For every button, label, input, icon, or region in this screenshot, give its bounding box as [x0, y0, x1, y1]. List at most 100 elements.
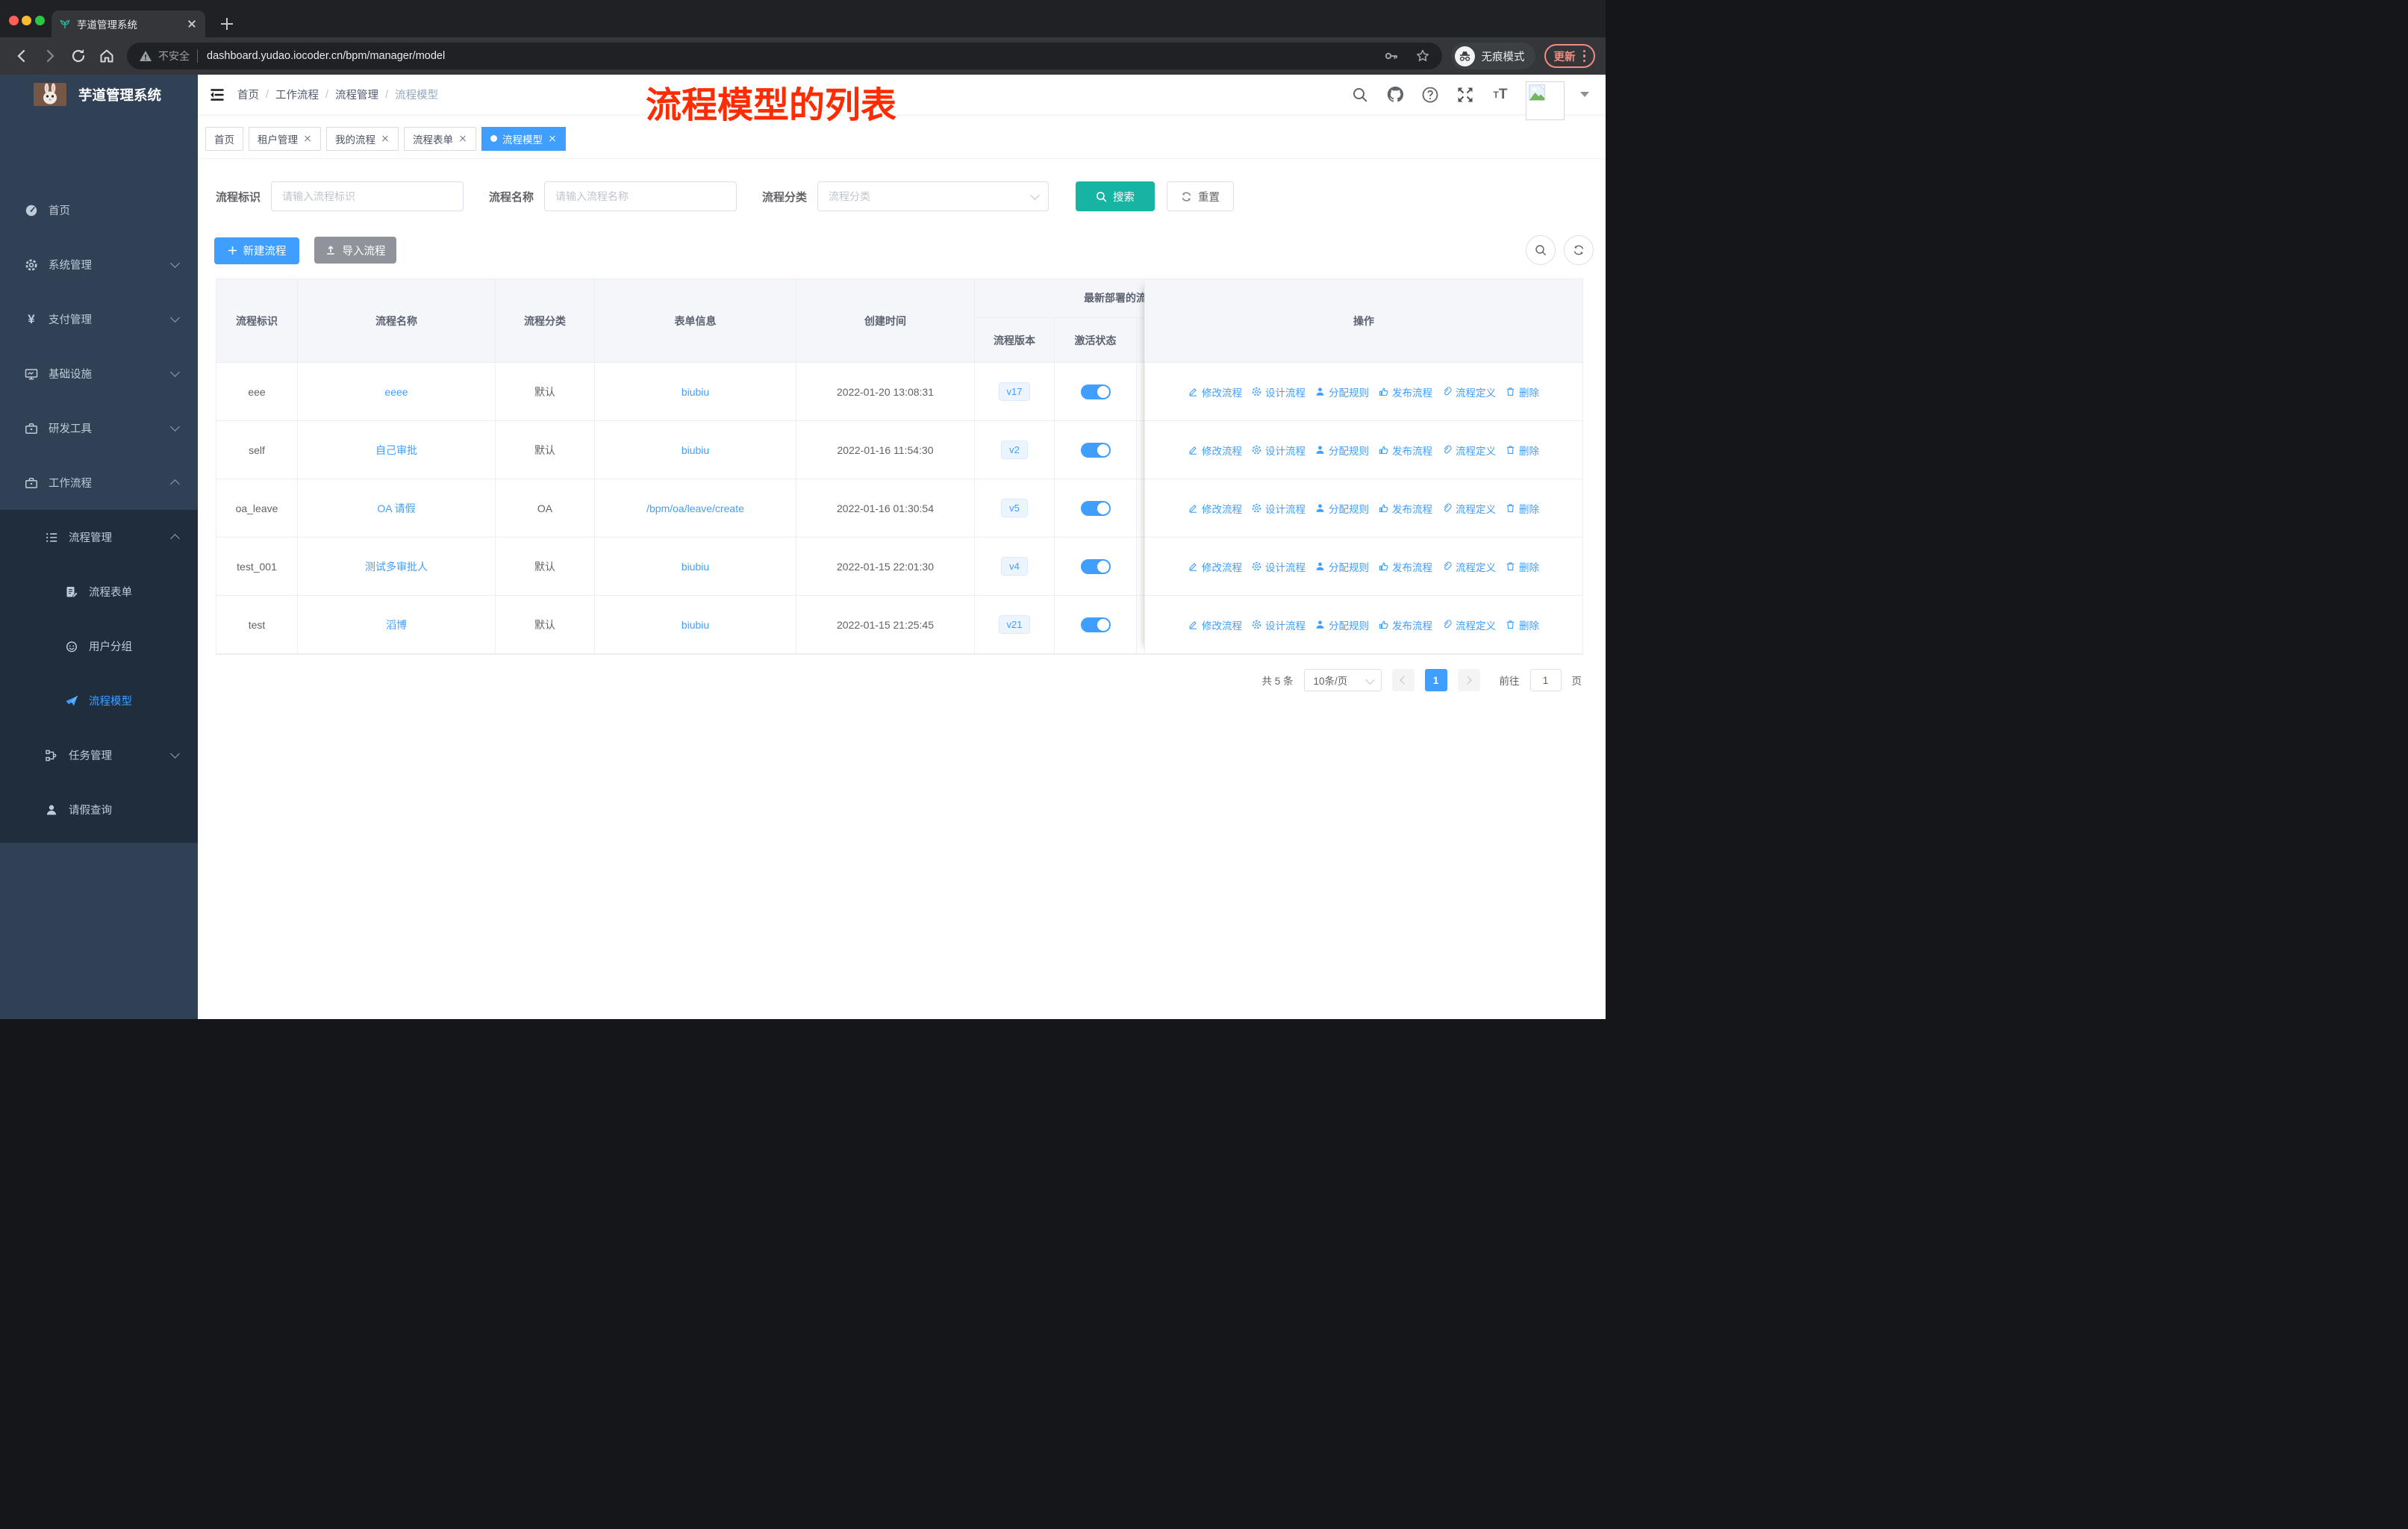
- url-text[interactable]: dashboard.yudao.iocoder.cn/bpm/manager/m…: [207, 50, 445, 62]
- goto-page-input[interactable]: [1529, 669, 1562, 691]
- action-process-definition-link[interactable]: 流程定义: [1442, 617, 1496, 632]
- fullscreen-icon[interactable]: [1456, 85, 1475, 105]
- action-delete-link[interactable]: 删除: [1506, 384, 1539, 399]
- action-edit-process-link[interactable]: 修改流程: [1188, 443, 1242, 458]
- action-delete-link[interactable]: 删除: [1506, 443, 1539, 458]
- reset-button[interactable]: 重置: [1167, 181, 1235, 211]
- active-status-toggle[interactable]: [1080, 442, 1111, 458]
- sidebar-item-payment[interactable]: ¥ 支付管理: [0, 292, 198, 346]
- action-edit-process-link[interactable]: 修改流程: [1188, 501, 1242, 516]
- tag-home[interactable]: 首页: [205, 126, 243, 151]
- search-button[interactable]: 搜索: [1076, 181, 1155, 211]
- tag-process-model[interactable]: 流程模型: [481, 126, 566, 151]
- action-design-process-link[interactable]: 设计流程: [1252, 559, 1306, 574]
- action-delete-link[interactable]: 删除: [1506, 617, 1539, 632]
- tag-my-process[interactable]: 我的流程: [326, 126, 399, 151]
- import-process-button[interactable]: 导入流程: [314, 237, 397, 264]
- filter-name-input[interactable]: [544, 181, 737, 211]
- close-icon[interactable]: [458, 134, 467, 143]
- browser-tab[interactable]: 芋道管理系统: [52, 10, 205, 37]
- action-design-process-link[interactable]: 设计流程: [1252, 443, 1306, 458]
- address-bar[interactable]: 不安全 dashboard.yudao.iocoder.cn/bpm/manag…: [127, 43, 1442, 69]
- font-size-icon[interactable]: TT: [1491, 85, 1510, 105]
- tag-process-form[interactable]: 流程表单: [404, 126, 476, 151]
- action-assign-rule-link[interactable]: 分配规则: [1315, 443, 1369, 458]
- forward-icon[interactable]: [40, 46, 60, 66]
- avatar-caret-icon[interactable]: [1580, 92, 1589, 97]
- action-assign-rule-link[interactable]: 分配规则: [1315, 501, 1369, 516]
- sidebar-item-workflow[interactable]: 工作流程: [0, 455, 198, 510]
- close-icon[interactable]: [303, 134, 312, 143]
- breadcrumb-home[interactable]: 首页: [237, 87, 259, 102]
- sidebar-item-dev-tools[interactable]: 研发工具: [0, 401, 198, 455]
- filter-key-input[interactable]: [271, 181, 464, 211]
- action-assign-rule-link[interactable]: 分配规则: [1315, 617, 1369, 632]
- search-icon[interactable]: [1350, 85, 1370, 105]
- security-label[interactable]: 不安全: [158, 49, 190, 63]
- sidebar-item-system[interactable]: 系统管理: [0, 237, 198, 292]
- action-publish-process-link[interactable]: 发布流程: [1379, 617, 1432, 632]
- close-icon[interactable]: [548, 134, 557, 143]
- back-icon[interactable]: [12, 46, 31, 66]
- action-delete-link[interactable]: 删除: [1506, 501, 1539, 516]
- sidebar-item-infrastructure[interactable]: 基础设施: [0, 346, 198, 401]
- sidebar-item-process-form[interactable]: 流程表单: [0, 564, 198, 619]
- process-name-link[interactable]: eeee: [384, 386, 408, 398]
- action-edit-process-link[interactable]: 修改流程: [1188, 384, 1242, 399]
- breadcrumb-process-management[interactable]: 流程管理: [335, 87, 378, 102]
- close-icon[interactable]: [381, 134, 390, 143]
- sidebar-logo[interactable]: 芋道管理系统: [0, 75, 198, 113]
- show-search-button[interactable]: [1526, 235, 1556, 265]
- form-info-link[interactable]: biubiu: [681, 619, 709, 631]
- action-process-definition-link[interactable]: 流程定义: [1442, 559, 1496, 574]
- browser-update-button[interactable]: 更新: [1544, 44, 1595, 68]
- tag-tenant[interactable]: 租户管理: [249, 126, 321, 151]
- active-status-toggle[interactable]: [1080, 384, 1111, 399]
- sidebar-item-leave-query[interactable]: 请假查询: [0, 782, 198, 837]
- password-key-icon[interactable]: [1384, 49, 1399, 63]
- process-name-link[interactable]: OA 请假: [377, 501, 415, 516]
- next-page-button[interactable]: [1457, 669, 1480, 691]
- filter-category-select[interactable]: [817, 181, 1049, 211]
- action-design-process-link[interactable]: 设计流程: [1252, 617, 1306, 632]
- window-zoom-button[interactable]: [35, 16, 45, 25]
- tab-close-icon[interactable]: [186, 18, 198, 30]
- form-info-link[interactable]: biubiu: [681, 444, 709, 456]
- action-process-definition-link[interactable]: 流程定义: [1442, 501, 1496, 516]
- sidebar-item-user-group[interactable]: 用户分组: [0, 619, 198, 673]
- action-edit-process-link[interactable]: 修改流程: [1188, 617, 1242, 632]
- process-name-link[interactable]: 滔博: [386, 617, 407, 632]
- create-process-button[interactable]: 新建流程: [214, 237, 299, 264]
- browser-menu-icon[interactable]: [1582, 49, 1585, 63]
- action-publish-process-link[interactable]: 发布流程: [1379, 443, 1432, 458]
- action-delete-link[interactable]: 删除: [1506, 559, 1539, 574]
- reload-icon[interactable]: [69, 46, 88, 66]
- action-publish-process-link[interactable]: 发布流程: [1379, 384, 1432, 399]
- sidebar-item-home[interactable]: 首页: [0, 183, 198, 237]
- current-page-button[interactable]: 1: [1424, 669, 1447, 691]
- prev-page-button[interactable]: [1391, 669, 1414, 691]
- github-icon[interactable]: [1385, 85, 1405, 105]
- action-process-definition-link[interactable]: 流程定义: [1442, 443, 1496, 458]
- refresh-table-button[interactable]: [1564, 235, 1594, 265]
- filter-category-select-input[interactable]: [817, 181, 1049, 211]
- process-name-link[interactable]: 自己审批: [375, 443, 417, 458]
- breadcrumb-workflow[interactable]: 工作流程: [275, 87, 319, 102]
- bookmark-star-icon[interactable]: [1415, 49, 1430, 63]
- active-status-toggle[interactable]: [1080, 558, 1111, 574]
- action-publish-process-link[interactable]: 发布流程: [1379, 559, 1432, 574]
- help-icon[interactable]: [1420, 85, 1440, 105]
- form-info-link[interactable]: /bpm/oa/leave/create: [646, 502, 744, 514]
- page-size-select[interactable]: 10条/页: [1303, 669, 1382, 691]
- sidebar-fold-icon[interactable]: [209, 87, 225, 103]
- process-name-link[interactable]: 测试多审批人: [365, 559, 428, 574]
- sidebar-item-task-management[interactable]: 任务管理: [0, 728, 198, 782]
- active-status-toggle[interactable]: [1080, 617, 1111, 632]
- action-process-definition-link[interactable]: 流程定义: [1442, 384, 1496, 399]
- new-tab-button[interactable]: [216, 13, 237, 34]
- action-design-process-link[interactable]: 设计流程: [1252, 384, 1306, 399]
- action-edit-process-link[interactable]: 修改流程: [1188, 559, 1242, 574]
- active-status-toggle[interactable]: [1080, 500, 1111, 516]
- action-design-process-link[interactable]: 设计流程: [1252, 501, 1306, 516]
- action-assign-rule-link[interactable]: 分配规则: [1315, 559, 1369, 574]
